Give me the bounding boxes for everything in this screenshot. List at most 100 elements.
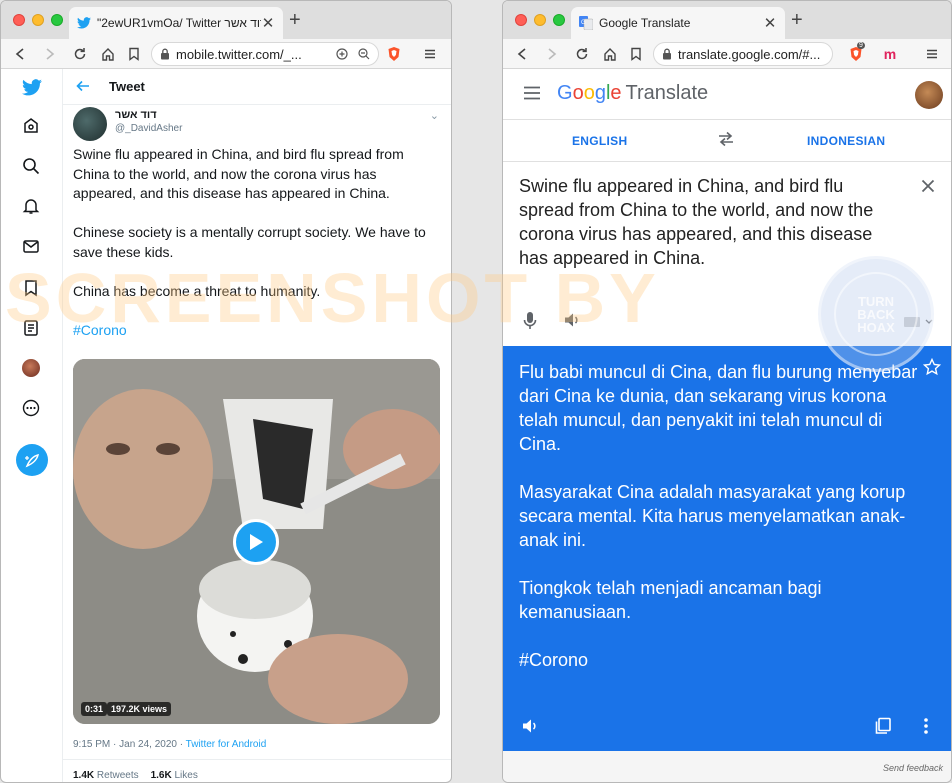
- language-bar: ENGLISH INDONESIAN: [503, 120, 951, 162]
- keyboard-icon[interactable]: [903, 315, 933, 333]
- tweet-stats: 1.4K Retweets 1.6K Likes: [73, 770, 198, 781]
- menu-icon[interactable]: [421, 45, 439, 63]
- home-icon[interactable]: [99, 45, 117, 63]
- twitter-logo-icon[interactable]: [22, 79, 42, 99]
- close-window-button[interactable]: [515, 14, 527, 26]
- more-options-icon[interactable]: [22, 399, 42, 419]
- notifications-bell-icon[interactable]: [22, 197, 42, 217]
- author-name[interactable]: דוד אשר: [115, 109, 182, 121]
- likes-stat[interactable]: 1.6K Likes: [151, 770, 198, 781]
- address-bar[interactable]: translate.google.com/#...: [653, 42, 833, 66]
- chevron-down-icon[interactable]: ⌄: [430, 109, 439, 122]
- translation-hashtag: #Corono: [519, 650, 589, 670]
- extension-m-icon[interactable]: m: [881, 45, 899, 63]
- clear-text-icon[interactable]: [921, 179, 935, 198]
- search-icon[interactable]: [22, 157, 42, 177]
- logo-product-name: Translate: [625, 82, 709, 104]
- new-tab-button[interactable]: +: [791, 9, 803, 31]
- swap-languages-icon[interactable]: [717, 131, 735, 152]
- speaker-icon[interactable]: [563, 311, 581, 334]
- profile-avatar[interactable]: [22, 359, 42, 379]
- play-button[interactable]: [233, 519, 279, 565]
- translate-browser-window: G Google Translate ✕ + translate.google.…: [502, 0, 952, 783]
- maximize-window-button[interactable]: [553, 14, 565, 26]
- divider: [63, 759, 451, 760]
- tab-bar: G Google Translate ✕ +: [503, 1, 951, 39]
- target-language-button[interactable]: INDONESIAN: [807, 134, 885, 148]
- address-bar[interactable]: mobile.twitter.com/_...: [151, 42, 379, 66]
- page-title: Tweet: [109, 79, 145, 94]
- forward-arrow-icon[interactable]: [41, 45, 59, 63]
- feather-plus-icon: [25, 453, 40, 468]
- tweet-paragraph: Swine flu appeared in China, and bird fl…: [73, 146, 404, 201]
- likes-label: Likes: [174, 770, 198, 781]
- close-tab-icon[interactable]: ✕: [261, 14, 275, 32]
- translation-paragraph: Flu babi muncul di Cina, dan flu burung …: [519, 362, 918, 454]
- compose-tweet-button[interactable]: [16, 444, 48, 476]
- translation-paragraph: Tiongkok telah menjadi ancaman bagi kema…: [519, 578, 822, 622]
- bookmark-icon[interactable]: [125, 45, 143, 63]
- translate-favicon-icon: G: [579, 16, 593, 30]
- tweet-author[interactable]: דוד אשר @_DavidAsher: [73, 107, 182, 141]
- maximize-window-button[interactable]: [51, 14, 63, 26]
- window-controls: [515, 14, 565, 26]
- copy-icon[interactable]: [874, 717, 892, 740]
- tweet-source[interactable]: Twitter for Android: [186, 739, 267, 750]
- send-feedback-link[interactable]: Send feedback: [883, 763, 943, 773]
- reload-icon[interactable]: [573, 45, 591, 63]
- video-views: 197.2K views: [107, 702, 172, 716]
- more-vert-icon[interactable]: [923, 717, 929, 740]
- minimize-window-button[interactable]: [32, 14, 44, 26]
- browser-tab-translate[interactable]: G Google Translate ✕: [571, 7, 785, 39]
- bookmarks-icon[interactable]: [22, 279, 42, 299]
- likes-count: 1.6K: [150, 770, 172, 781]
- close-tab-icon[interactable]: ✕: [763, 14, 777, 32]
- author-avatar[interactable]: [73, 107, 107, 141]
- back-arrow-icon[interactable]: [513, 45, 531, 63]
- url-text: mobile.twitter.com/_...: [176, 46, 302, 62]
- retweets-count: 1.4K: [73, 770, 95, 781]
- star-icon[interactable]: [922, 357, 942, 381]
- account-avatar[interactable]: [915, 81, 943, 109]
- back-arrow-icon[interactable]: [75, 78, 91, 99]
- browser-tab-twitter[interactable]: "2ewUR1vmOa/ Twitter דוד אשר" ✕: [69, 7, 283, 39]
- translate-header: Google Translate: [503, 69, 951, 120]
- shield-count-badge: 9: [857, 42, 865, 49]
- brave-shield-icon[interactable]: 9: [847, 42, 865, 63]
- tweet-paragraph: China has become a threat to humanity.: [73, 283, 321, 299]
- zoom-out-icon[interactable]: [358, 48, 370, 60]
- bookmark-icon[interactable]: [627, 45, 645, 63]
- menu-icon[interactable]: [923, 45, 941, 63]
- retweets-stat[interactable]: 1.4K Retweets: [73, 770, 139, 781]
- listen-translation-icon[interactable]: [521, 717, 539, 740]
- close-window-button[interactable]: [13, 14, 25, 26]
- translation-paragraph: Masyarakat Cina adalah masyarakat yang k…: [519, 482, 906, 550]
- tweet-timestamp[interactable]: 9:15 PM · Jan 24, 2020 ·: [73, 739, 186, 750]
- google-translate-logo[interactable]: Google Translate: [557, 82, 708, 105]
- reload-icon[interactable]: [71, 45, 89, 63]
- tweet-hashtag[interactable]: #Corono: [73, 321, 443, 341]
- tab-bar: "2ewUR1vmOa/ Twitter דוד אשר" ✕ +: [1, 1, 451, 39]
- explore-icon[interactable]: [22, 117, 42, 137]
- back-arrow-icon[interactable]: [11, 45, 29, 63]
- source-text-input[interactable]: Swine flu appeared in China, and bird fl…: [519, 174, 899, 270]
- brave-shield-icon[interactable]: [385, 45, 403, 63]
- microphone-icon[interactable]: [523, 311, 537, 336]
- source-language-button[interactable]: ENGLISH: [572, 134, 627, 148]
- new-tab-button[interactable]: +: [289, 9, 301, 31]
- home-icon[interactable]: [601, 45, 619, 63]
- translation-text[interactable]: Flu babi muncul di Cina, dan flu burung …: [519, 360, 919, 696]
- add-bookmark-icon[interactable]: [336, 48, 348, 60]
- tweet-paragraph: Chinese society is a mentally corrupt so…: [73, 224, 426, 260]
- window-controls: [13, 14, 63, 26]
- hamburger-menu-icon[interactable]: [523, 86, 541, 105]
- lists-icon[interactable]: [22, 319, 42, 339]
- forward-arrow-icon[interactable]: [543, 45, 561, 63]
- messages-envelope-icon[interactable]: [22, 237, 42, 257]
- minimize-window-button[interactable]: [534, 14, 546, 26]
- twitter-bird-icon: [77, 17, 91, 29]
- tab-title: "2ewUR1vmOa/ Twitter דוד אשר": [97, 16, 261, 30]
- translation-output: Flu babi muncul di Cina, dan flu burung …: [503, 346, 951, 751]
- tweet-video[interactable]: 0:31 197.2K views: [73, 359, 440, 724]
- lock-icon: [663, 48, 671, 60]
